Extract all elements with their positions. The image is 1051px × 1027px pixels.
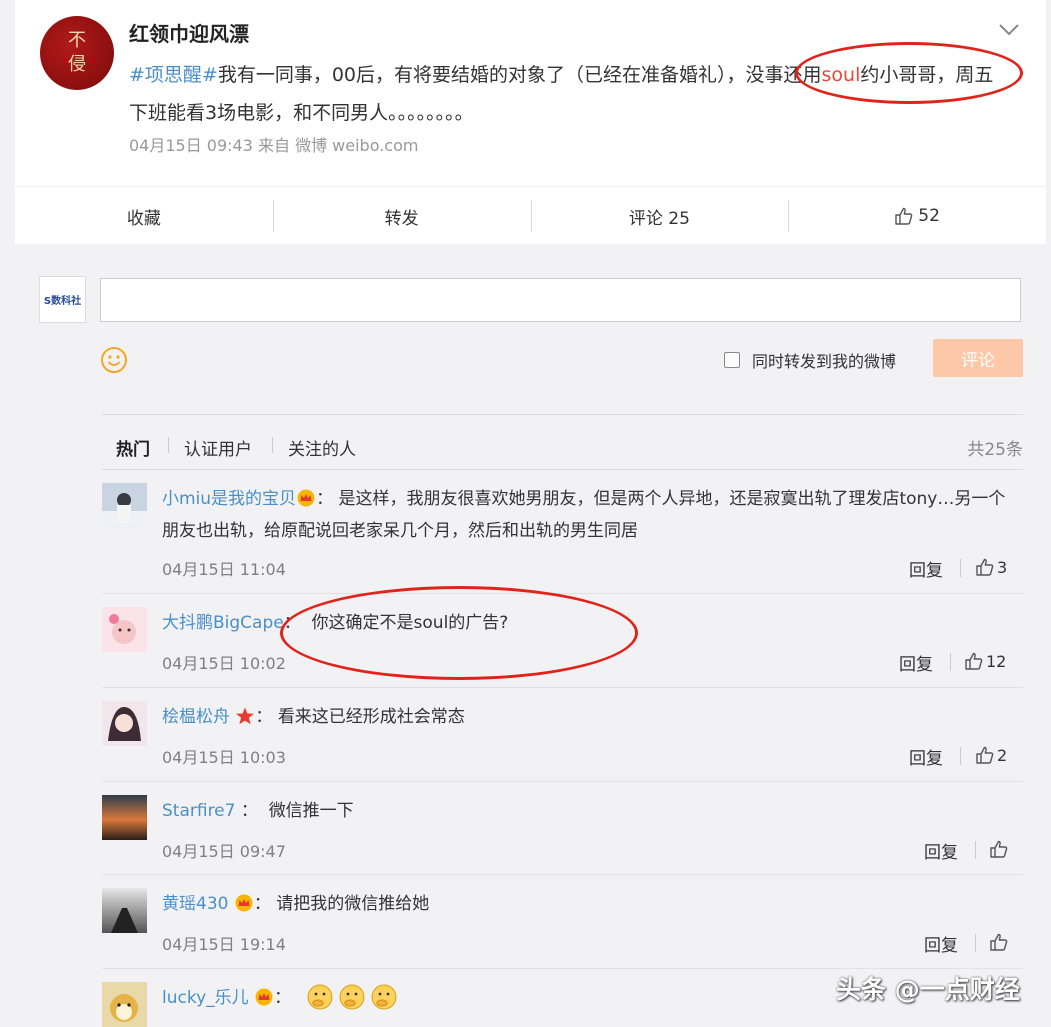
chevron-down-icon[interactable]	[998, 22, 1020, 38]
reply-button[interactable]: 回复	[924, 838, 958, 863]
avatar[interactable]	[102, 607, 147, 652]
tab-verified[interactable]: 认证用户	[184, 435, 252, 460]
comment-like-button[interactable]: 3	[975, 557, 1007, 577]
like-count: 52	[918, 206, 940, 226]
thumbs-up-icon	[976, 558, 994, 576]
comment-like-button[interactable]: 12	[964, 651, 1006, 671]
comment-like-button[interactable]: 2	[975, 745, 1007, 765]
comment-like-count: 12	[986, 651, 1007, 671]
comment-author[interactable]: 黄瑶430	[162, 894, 228, 914]
divider	[950, 653, 951, 671]
crown-badge-icon	[297, 489, 315, 507]
comment-button[interactable]: 评论 25	[530, 187, 789, 245]
post-text: #项思醒#我有一同事，00后，有将要结婚的对象了（已经在准备婚礼），没事还用so…	[129, 56, 1009, 132]
thumbs-up-icon	[895, 207, 913, 225]
avatar-char-2: 侵	[68, 54, 86, 75]
submit-comment-button[interactable]: 评论	[933, 339, 1023, 377]
reply-button[interactable]: 回复	[899, 650, 933, 675]
watermark: 头条 @一点财经	[836, 975, 1020, 1004]
comment-item: 大抖鹏BigCape： 你这确定不是soul的广告? 04月15日 10:02 …	[102, 593, 1023, 688]
post-highlight: soul	[821, 64, 861, 86]
reply-button[interactable]: 回复	[909, 744, 943, 769]
divider	[975, 934, 976, 952]
repost-checkbox-row[interactable]: 同时转发到我的微博	[724, 348, 896, 372]
repost-button[interactable]: 转发	[272, 187, 531, 245]
avatar-char-1: 不	[68, 30, 86, 51]
comment-total: 共25条	[967, 440, 1023, 460]
comment-input[interactable]	[100, 278, 1021, 322]
divider	[960, 747, 961, 765]
comment-body: 黄瑶430 ： 请把我的微信推给她	[162, 894, 430, 914]
comment-body: Starfire7 ： 微信推一下	[162, 801, 354, 821]
tab-divider	[168, 437, 169, 453]
favorite-button[interactable]: 收藏	[15, 187, 273, 245]
repost-checkbox[interactable]	[724, 352, 740, 368]
avatar[interactable]	[102, 483, 147, 528]
thinking-emoji-icon	[339, 984, 365, 1010]
comment-author[interactable]: 大抖鹏BigCape	[162, 613, 284, 633]
comment-like-button[interactable]	[989, 839, 1009, 859]
repost-label: 转发	[384, 208, 419, 229]
avatar[interactable]	[102, 982, 147, 1027]
star-badge-icon	[236, 707, 255, 725]
repost-checkbox-label: 同时转发到我的微博	[752, 352, 897, 371]
reply-button[interactable]: 回复	[909, 556, 943, 581]
post-text-before: 我有一同事，00后，有将要结婚的对象了（已经在准备婚礼），没事还用	[217, 64, 822, 86]
like-button[interactable]: 52	[788, 187, 1046, 245]
my-avatar[interactable]: S数科社	[39, 276, 86, 323]
comment-like-button[interactable]	[989, 932, 1009, 952]
comment-text: 请把我的微信推给她	[276, 894, 430, 914]
post-meta: 04月15日 09:43 来自 微博 weibo.com	[129, 136, 419, 155]
reply-button[interactable]: 回复	[924, 931, 958, 956]
avatar[interactable]	[102, 701, 147, 746]
thinking-emoji-icon	[307, 984, 333, 1010]
tab-following[interactable]: 关注的人	[288, 435, 356, 460]
favorite-label: 收藏	[126, 208, 161, 229]
thinking-emoji-icon	[371, 984, 397, 1010]
action-bar: 收藏 转发 评论 25 52	[15, 186, 1046, 245]
comment-item: 小miu是我的宝贝： 是这样，我朋友很喜欢她男朋友，但是两个人异地，还是寂寞出轨…	[102, 469, 1023, 594]
thumbs-up-icon	[990, 840, 1008, 858]
avatar[interactable]	[102, 795, 147, 840]
comment-author[interactable]: lucky_乐儿	[162, 988, 249, 1008]
comment-date: 04月15日 09:47	[162, 842, 286, 861]
comment-text: 微信推一下	[268, 801, 354, 821]
comment-like-count: 3	[997, 557, 1008, 577]
comment-date: 04月15日 10:03	[162, 748, 286, 767]
author-avatar[interactable]: 不 侵	[40, 16, 114, 90]
comment-body: 小miu是我的宝贝： 是这样，我朋友很喜欢她男朋友，但是两个人异地，还是寂寞出轨…	[162, 489, 1006, 541]
comment-body: 桧榅松舟 ： 看来这已经形成社会常态	[162, 707, 465, 727]
post-author[interactable]: 红领巾迎风漂	[129, 18, 249, 47]
avatar[interactable]	[102, 888, 147, 933]
tab-divider	[272, 437, 273, 453]
divider	[960, 559, 961, 577]
comment-author[interactable]: 桧榅松舟	[162, 707, 230, 727]
hashtag-link[interactable]: #项思醒#	[129, 64, 218, 86]
comment-item: 黄瑶430 ： 请把我的微信推给她 04月15日 19:14 回复	[102, 874, 1023, 969]
comment-date: 04月15日 11:04	[162, 560, 286, 579]
comment-author[interactable]: Starfire7	[162, 801, 235, 821]
comment-text: 看来这已经形成社会常态	[277, 707, 465, 727]
thumbs-up-icon	[990, 933, 1008, 951]
smiley-icon[interactable]	[100, 346, 128, 374]
tab-hot[interactable]: 热门	[116, 435, 150, 460]
comment-filter-bar: 热门 认证用户 关注的人 共25条	[102, 414, 1023, 470]
comment-date: 04月15日 19:14	[162, 935, 286, 954]
crown-badge-icon	[235, 894, 253, 912]
crown-badge-icon	[255, 988, 273, 1006]
comment-body: 大抖鹏BigCape： 你这确定不是soul的广告?	[162, 613, 509, 633]
thumbs-up-icon	[965, 652, 983, 670]
comment-date: 04月15日 10:02	[162, 654, 286, 673]
comment-item: Starfire7 ： 微信推一下 04月15日 09:47 回复	[102, 781, 1023, 875]
comment-label: 评论 25	[628, 208, 690, 229]
comment-text: 你这确定不是soul的广告?	[311, 613, 509, 633]
comment-author[interactable]: 小miu是我的宝贝	[162, 489, 296, 509]
thumbs-up-icon	[976, 746, 994, 764]
divider	[975, 841, 976, 859]
comment-item: 桧榅松舟 ： 看来这已经形成社会常态 04月15日 10:03 回复 2	[102, 687, 1023, 782]
comment-like-count: 2	[997, 745, 1008, 765]
